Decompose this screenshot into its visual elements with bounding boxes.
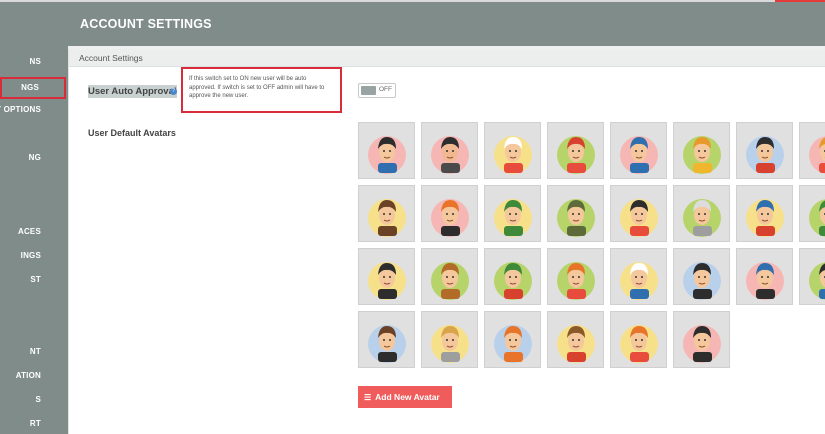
avatar-icon (494, 325, 532, 363)
sidebar-item-label: NS (29, 57, 41, 66)
avatar-tile-hipster-glasses[interactable] (610, 311, 667, 368)
avatar-tile-cop-sunglasses[interactable] (736, 248, 793, 305)
avatar-icon (683, 136, 721, 174)
avatar-icon (620, 325, 658, 363)
approval-tooltip: If this switch set to ON new user will b… (181, 67, 342, 113)
avatar-tile-chef[interactable] (484, 122, 541, 179)
panel-header: Account Settings (69, 49, 825, 67)
avatar-tile-mustache-man[interactable] (736, 122, 793, 179)
avatar-icon (431, 262, 469, 300)
sidebar-item-label: NGS (21, 83, 39, 92)
avatar-tile-partial-avatar-2[interactable] (799, 185, 825, 242)
sidebar-item-ing[interactable]: NG (0, 150, 68, 166)
avatar-icon (746, 262, 784, 300)
avatar-tile-blue-cap-man[interactable] (610, 122, 667, 179)
avatar-icon (746, 136, 784, 174)
sidebar-item-label: RT (29, 419, 41, 428)
sidebar-item-label: NT (29, 347, 41, 356)
user-auto-approval-label: User Auto Approval (88, 85, 177, 98)
avatar-icon (557, 325, 595, 363)
avatar-tile-blond-man[interactable] (421, 311, 478, 368)
avatar-tile-man-glasses-suit[interactable] (358, 122, 415, 179)
panel-title: Account Settings (79, 53, 143, 63)
avatar-icon (620, 199, 658, 237)
avatar-icon (557, 136, 595, 174)
avatar-icon (431, 136, 469, 174)
avatar-tile-red-cap-girl[interactable] (547, 122, 604, 179)
avatar-tile-old-man-cap[interactable] (484, 248, 541, 305)
page-header: ACCOUNT SETTINGS (68, 2, 825, 46)
sidebar-item-label: Y OPTIONS (0, 105, 41, 114)
avatar-icon (620, 262, 658, 300)
sidebar-item-label: S (35, 395, 41, 404)
avatar-icon (809, 136, 825, 174)
avatar-icon (746, 199, 784, 237)
question-circle-icon[interactable]: ? (170, 88, 177, 95)
sidebar: NS NGS Y OPTIONS NG ACES INGS ST NT ATION S RT (0, 2, 68, 434)
add-new-avatar-label: Add New Avatar (375, 392, 440, 402)
avatar-tile-brunette-woman[interactable] (358, 185, 415, 242)
avatar-tile-priest[interactable] (358, 311, 415, 368)
avatar-icon (494, 262, 532, 300)
avatar-tile-cowboy-bandana[interactable] (547, 311, 604, 368)
avatar-icon (683, 325, 721, 363)
toggle-state: OFF (379, 86, 392, 93)
toggle-knob (361, 86, 376, 95)
avatar-tile-soldier[interactable] (547, 185, 604, 242)
avatar-icon (809, 262, 825, 300)
avatar-tile-redhead-woman[interactable] (547, 248, 604, 305)
tooltip-text: If this switch set to ON new user will b… (189, 76, 325, 99)
sidebar-item-label: INGS (20, 251, 41, 260)
avatar-icon (431, 325, 469, 363)
page-title: ACCOUNT SETTINGS (80, 17, 212, 31)
avatar-tile-partial-avatar[interactable] (799, 122, 825, 179)
sidebar-item-label: NG (28, 153, 41, 162)
avatar-tile-cowboy[interactable] (421, 248, 478, 305)
user-default-avatars-label: User Default Avatars (88, 128, 176, 138)
avatar-tile-dark-hair-man[interactable] (673, 248, 730, 305)
avatar-icon (620, 136, 658, 174)
add-new-avatar-button[interactable]: ☰ Add New Avatar (358, 386, 452, 408)
avatar-icon (368, 199, 406, 237)
sidebar-item-spaces[interactable]: ACES (0, 224, 68, 240)
sidebar-item-label: ST (30, 275, 41, 284)
avatar-icon (557, 262, 595, 300)
sidebar-item-label: ACES (17, 227, 41, 236)
sidebar-item-translation[interactable]: ATION (0, 368, 68, 384)
sidebar-item-reports[interactable]: S (0, 392, 68, 408)
avatar-icon (368, 262, 406, 300)
avatar-icon (368, 136, 406, 174)
sidebar-item-export[interactable]: RT (0, 416, 68, 432)
avatar-icon (557, 199, 595, 237)
sidebar-item-settings2[interactable]: INGS (0, 248, 68, 264)
avatar-tile-green-hat-man[interactable] (484, 185, 541, 242)
avatar-tile-sailor[interactable] (610, 248, 667, 305)
avatar-tile-bowtie-man[interactable] (736, 185, 793, 242)
avatar-tile-scientist[interactable] (673, 185, 730, 242)
avatar-icon (494, 136, 532, 174)
sidebar-item-account[interactable]: NT (0, 344, 68, 360)
sidebar-item-label: ATION (15, 371, 41, 380)
sidebar-item-privacy[interactable]: Y OPTIONS (0, 102, 68, 118)
avatar-tile-king[interactable] (673, 122, 730, 179)
sidebar-item-settings[interactable]: NGS (0, 77, 66, 99)
avatar-icon (494, 199, 532, 237)
avatar-icon (683, 262, 721, 300)
avatar-icon (683, 199, 721, 237)
sidebar-item-options[interactable]: NS (0, 54, 68, 70)
list-plus-icon: ☰ (364, 393, 372, 402)
avatar-tile-pirate[interactable] (610, 185, 667, 242)
avatar-tile-partial-avatar-3[interactable] (799, 248, 825, 305)
avatar-tile-bearded-man[interactable] (421, 122, 478, 179)
avatar-tile-rockabilly-man[interactable] (673, 311, 730, 368)
auto-approval-toggle[interactable]: OFF (358, 83, 396, 98)
avatar-tile-police-officer[interactable] (358, 248, 415, 305)
avatar-icon (431, 199, 469, 237)
avatar-icon (368, 325, 406, 363)
sidebar-item-list[interactable]: ST (0, 272, 68, 288)
avatar-icon (809, 199, 825, 237)
avatar-tile-masked-man[interactable] (421, 185, 478, 242)
avatar-tile-construction-worker[interactable] (484, 311, 541, 368)
